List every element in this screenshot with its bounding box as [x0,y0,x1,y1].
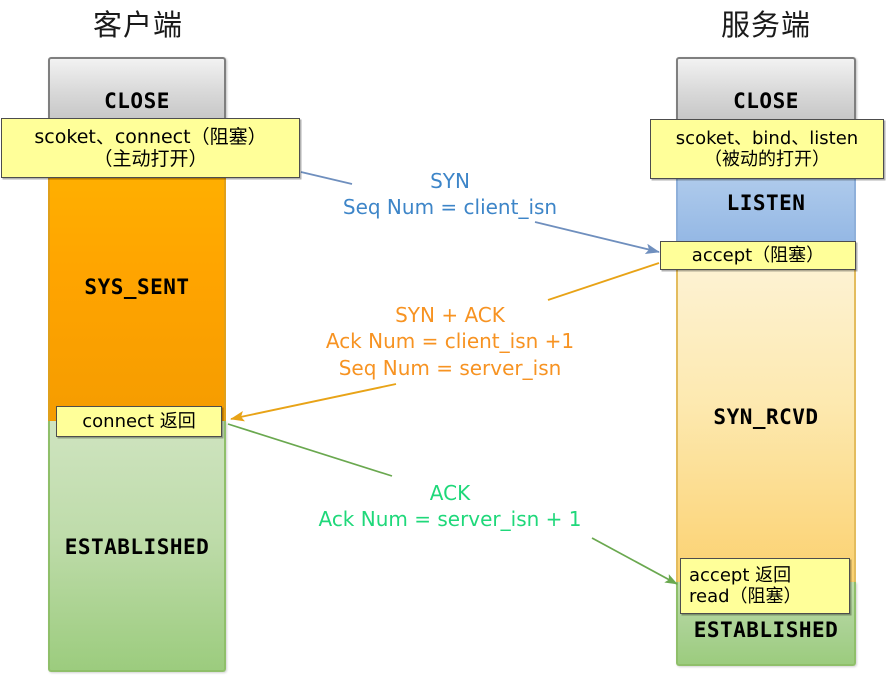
message-ack-line1: ACK [429,481,471,505]
client-note-connect-return-line1: connect 返回 [82,410,196,432]
client-note-socket-connect-line1: scoket、connect（阻塞） [34,125,267,148]
server-note-accept-return-line1: accept 返回 [689,564,792,586]
server-note-socket-bind-listen: scoket、bind、listen （被动的打开） [650,119,884,179]
client-column-title: 客户端 [92,8,183,42]
message-syn-ack-line3: Seq Num = server_isn [338,355,562,380]
client-note-connect-return: connect 返回 [56,406,222,437]
message-syn-ack-line2: Ack Num = client_isn +1 [325,329,575,354]
server-note-accept-return-line2: read（阻塞） [689,586,802,607]
server-column-title: 服务端 [720,8,811,42]
client-state-close-label: CLOSE [104,89,170,113]
server-note-accept-block: accept（阻塞） [660,241,856,270]
client-state-established: ESTABLISHED [48,421,226,672]
message-ack-line2: Ack Num = server_isn + 1 [318,507,582,532]
message-syn-ack-line1: SYN + ACK [395,303,505,327]
message-label-syn: SYN Seq Num = client_isn [290,168,610,221]
server-note-accept-return: accept 返回 read（阻塞） [680,558,850,614]
server-note-socket-bind-listen-line2: （被动的打开） [704,149,830,170]
server-state-established-label: ESTABLISHED [693,618,839,642]
server-state-syn-rcvd-label: SYN_RCVD [713,405,819,429]
client-state-sys-sent-label: SYS_SENT [84,275,190,299]
server-state-close-label: CLOSE [733,89,799,113]
server-state-syn-rcvd: SYN_RCVD [676,255,856,582]
client-note-socket-connect-line2: （主动打开） [93,148,208,170]
message-syn-line1: SYN [430,169,470,193]
message-syn-line2: Seq Num = client_isn [342,195,558,220]
tcp-three-way-handshake-diagram: 客户端 服务端 CLOSE SYS_SENT ESTABLISHED CLOSE… [0,0,887,678]
server-note-socket-bind-listen-line1: scoket、bind、listen [675,127,859,149]
client-note-socket-connect: scoket、connect（阻塞） （主动打开） [1,118,300,178]
message-label-ack: ACK Ack Num = server_isn + 1 [290,480,610,533]
message-label-syn-ack: SYN + ACK Ack Num = client_isn +1 Seq Nu… [290,302,610,381]
server-note-accept-block-line1: accept（阻塞） [691,244,825,266]
server-state-listen-label: LISTEN [726,191,806,215]
client-state-established-label: ESTABLISHED [64,535,210,559]
